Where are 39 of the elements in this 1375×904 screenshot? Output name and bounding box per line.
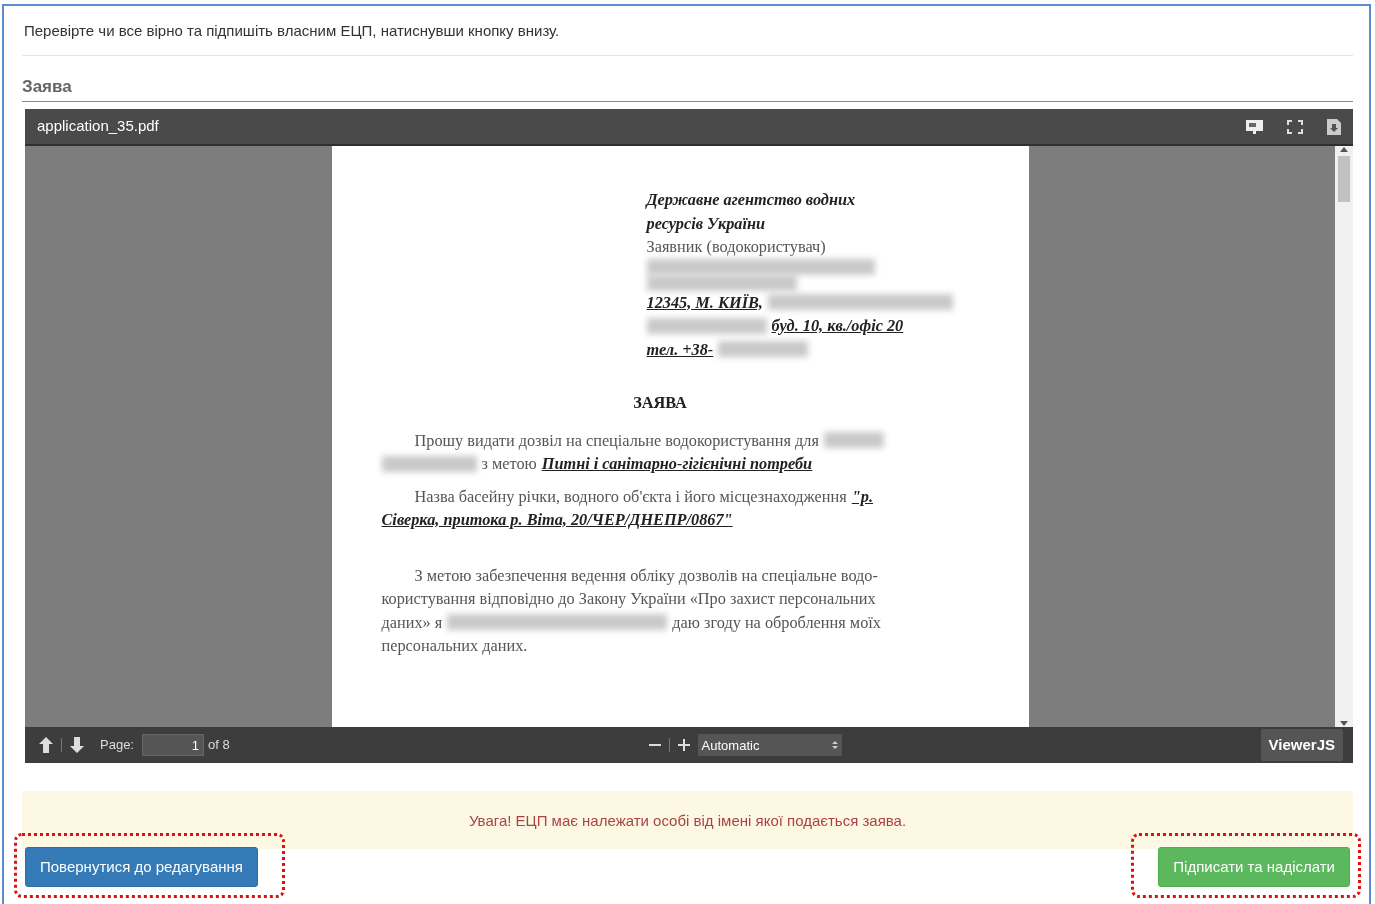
addressee-text: ресурсів України [646,212,766,235]
underlined-text: Сіверка, притока р. Віта, 20/ЧЕР/ДНЕПР/0867" [381,509,733,531]
warning-message: Увага! ЕЦП має належати особі від імені якої подається заява. [22,791,1353,849]
underlined-text: "р. [851,485,873,508]
body-text: з метою [481,453,537,475]
dropdown-arrows-icon [831,740,838,750]
fullscreen-icon[interactable] [1287,119,1303,134]
body-text: користування відповідно до Закону України «Про захист персональних [381,588,876,610]
page-total: of 8 [208,736,230,755]
zoom-in-icon[interactable] [677,739,690,751]
page-input[interactable]: 1 [142,734,204,756]
body-text: даю згоду на оброблення моїх [672,611,881,634]
presentation-icon[interactable] [1246,119,1263,134]
body-text: Прошу видати дозвіл на спеціальне водокористування для [414,429,819,452]
redacted-text [823,432,884,449]
zoom-select[interactable]: Automatic [697,734,842,756]
body-text: Заявник (водокористувач) [646,236,826,258]
body-text: даних» я [381,611,443,634]
body-text: З метою забезпечення ведення обліку дозволів на спеціальне водо- [414,564,878,587]
page-label: Page: [100,736,134,755]
brand-label: ViewerJS [1260,728,1343,762]
scroll-up-icon[interactable] [1340,146,1348,152]
body-text: персональних даних. [381,635,528,657]
file-name: application_35.pdf [37,116,160,137]
back-button[interactable]: Повернутися до редагування [25,846,258,887]
download-icon[interactable] [1327,118,1341,135]
arrow-down-icon[interactable] [70,737,84,753]
underlined-text: Питні і санітарно-гігієнічні потреби [541,453,813,475]
scrollbar[interactable] [1335,146,1353,727]
section-title: Заява [22,73,1353,102]
instruction-text: Перевірте чи все вірно та підпишіть власним ЕЦП, натиснувши кнопку внизу. [22,16,1353,56]
underlined-text: буд. 10, кв./офіс 20 [771,315,904,337]
body-text: Назва басейну річки, водного об'єкта і його місцезнаходження [414,485,847,508]
addressee-text: Державне агентство водних [646,189,856,211]
underlined-text: 12345, М. КИЇВ, [646,291,763,314]
arrow-up-icon[interactable] [39,737,53,753]
underlined-text: тел. +38- [646,338,714,361]
scrollbar-thumb[interactable] [1338,156,1350,202]
document-title: ЗАЯВА [632,392,688,414]
